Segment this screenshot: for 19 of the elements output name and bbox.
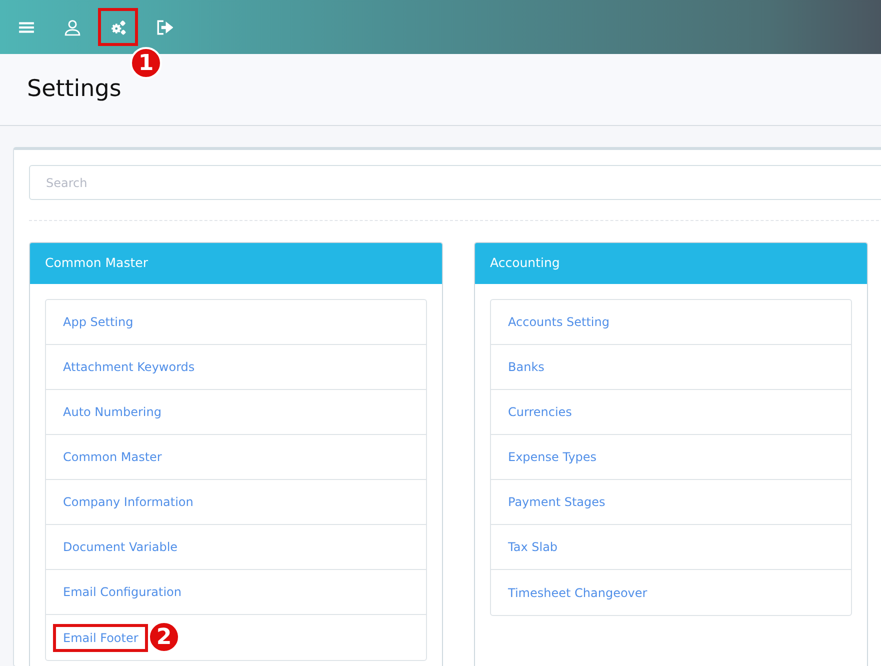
settings-link[interactable]: Timesheet Changeover (498, 578, 658, 606)
settings-link[interactable]: Common Master (53, 443, 172, 471)
settings-link[interactable]: Attachment Keywords (53, 353, 205, 381)
page-title: Settings (27, 76, 122, 104)
settings-link[interactable]: Email Footer (53, 624, 148, 652)
settings-link[interactable]: Tax Slab (498, 533, 568, 561)
settings-link[interactable]: Currencies (498, 398, 582, 426)
panel-header: Accounting (475, 243, 867, 284)
settings-link[interactable]: Expense Types (498, 443, 607, 471)
settings-link[interactable]: Document Variable (53, 533, 188, 561)
settings-link[interactable]: Company Information (53, 488, 204, 516)
settings-link[interactable]: Auto Numbering (53, 398, 172, 426)
settings-link[interactable]: Payment Stages (498, 488, 616, 516)
settings-link[interactable]: App Setting (53, 308, 144, 336)
settings-link[interactable]: Banks (498, 353, 554, 381)
settings-link[interactable]: Email Configuration (53, 578, 192, 606)
settings-link[interactable]: Accounts Setting (498, 308, 620, 336)
panel-header: Common Master (30, 243, 442, 284)
search-field[interactable]: Search (29, 165, 881, 200)
